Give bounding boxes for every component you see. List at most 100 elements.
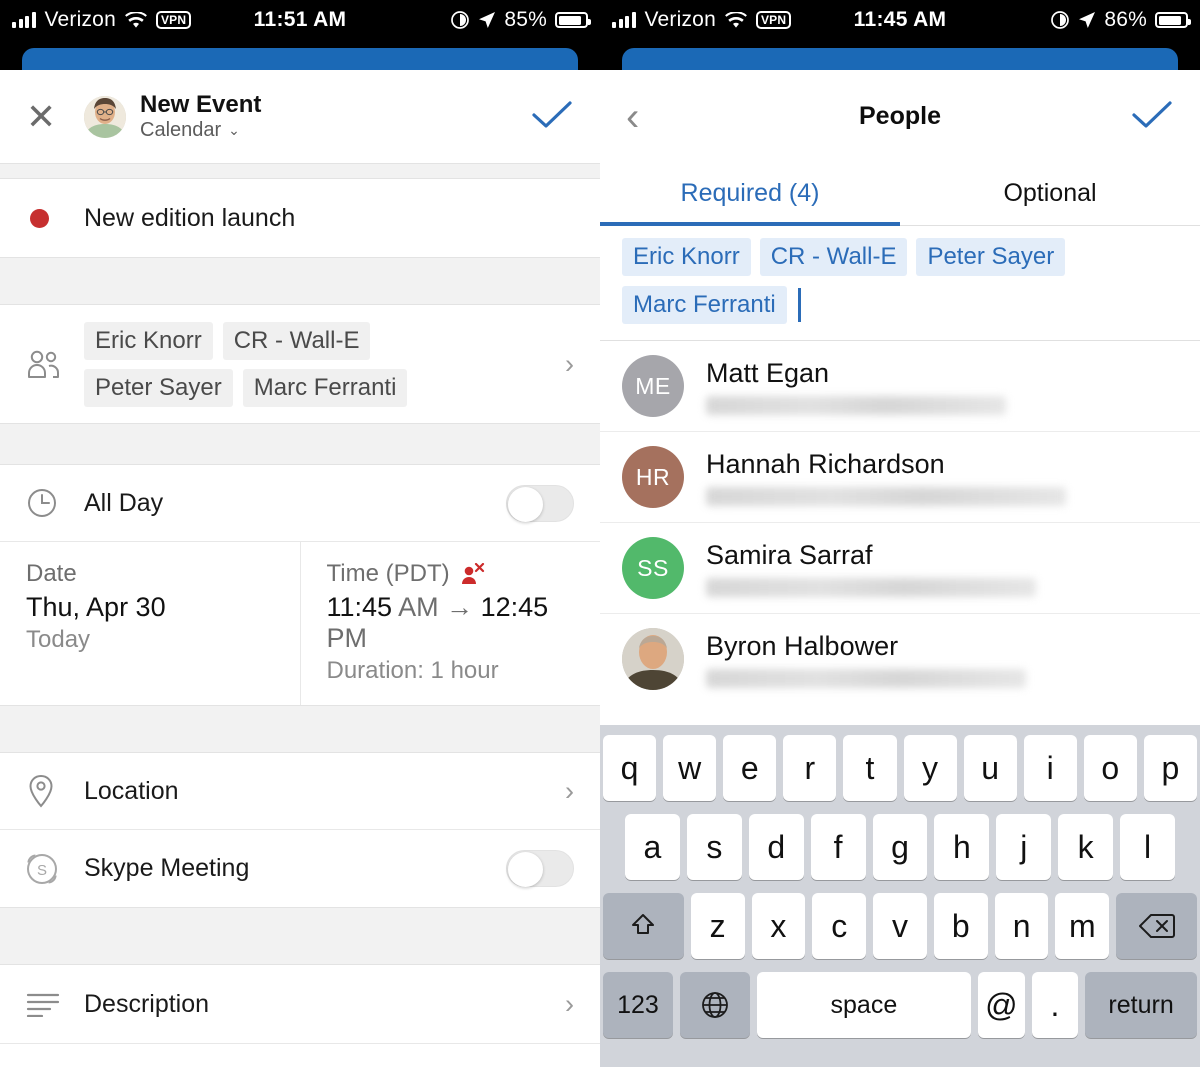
- calendar-selector[interactable]: Calendar ⌄: [140, 119, 261, 142]
- key-b[interactable]: b: [933, 893, 988, 959]
- key-k[interactable]: k: [1058, 814, 1114, 880]
- recipient-input[interactable]: Eric Knorr CR - Wall-E Peter Sayer Marc …: [600, 226, 1200, 341]
- chevron-right-icon: ›: [565, 775, 574, 806]
- location-row[interactable]: Location ›: [0, 753, 600, 829]
- key-c[interactable]: c: [812, 893, 867, 959]
- key-z[interactable]: z: [690, 893, 745, 959]
- backspace-icon: [1138, 914, 1175, 938]
- key-r[interactable]: r: [783, 735, 837, 801]
- time-start-ampm: AM: [398, 592, 439, 622]
- people-nav-bar: ‹ People: [600, 70, 1200, 163]
- key-h[interactable]: h: [934, 814, 990, 880]
- key-n[interactable]: n: [994, 893, 1049, 959]
- period-key[interactable]: .: [1031, 972, 1079, 1038]
- numbers-key[interactable]: 123: [603, 972, 673, 1038]
- page-title: New Event: [140, 91, 262, 119]
- avatar-initials: SS: [637, 554, 669, 581]
- people-icon: [26, 349, 84, 379]
- at-key[interactable]: @: [978, 972, 1025, 1038]
- skype-toggle[interactable]: [506, 850, 574, 887]
- attendee-chip[interactable]: CR - Wall-E: [222, 321, 371, 360]
- all-day-toggle[interactable]: [506, 484, 574, 522]
- avatar: SS: [622, 537, 684, 599]
- chevron-down-icon: ⌄: [228, 122, 240, 139]
- globe-key[interactable]: [679, 972, 750, 1038]
- keyboard-row-4: 123 space @ . return: [603, 972, 1197, 1038]
- all-day-row[interactable]: All Day: [0, 465, 600, 541]
- key-i[interactable]: i: [1023, 735, 1077, 801]
- key-f[interactable]: f: [810, 814, 866, 880]
- key-v[interactable]: v: [873, 893, 927, 959]
- skype-meeting-row[interactable]: S Skype Meeting: [0, 829, 600, 907]
- return-key[interactable]: return: [1085, 972, 1197, 1038]
- time-cell[interactable]: Time (PDT) 11:45 AM → 12:45 PM Duration:…: [299, 542, 601, 705]
- tab-required[interactable]: Required (4): [600, 163, 900, 226]
- attendee-chip[interactable]: Eric Knorr: [84, 321, 213, 360]
- time-header-group: Time (PDT): [327, 560, 575, 588]
- battery-icon: [555, 12, 591, 28]
- recipient-token[interactable]: Eric Knorr: [622, 238, 751, 276]
- key-w[interactable]: w: [663, 735, 717, 801]
- list-item[interactable]: HR Hannah Richardson: [600, 431, 1200, 522]
- key-a[interactable]: a: [625, 814, 680, 880]
- dual-screenshot: Verizon VPN 11:51 AM 85% ✕ New Event Cal…: [0, 0, 1200, 1067]
- person-info: Samira Sarraf: [706, 540, 1036, 597]
- description-row[interactable]: Description ›: [0, 965, 600, 1043]
- list-item[interactable]: Byron Halbower: [600, 613, 1200, 704]
- key-e[interactable]: e: [723, 735, 777, 801]
- carrier-label: Verizon: [644, 8, 716, 31]
- avatar-initials: HR: [635, 463, 671, 490]
- backspace-key[interactable]: [1116, 893, 1197, 959]
- duration-label: Duration: 1 hour: [326, 657, 499, 684]
- key-p[interactable]: p: [1143, 735, 1197, 801]
- time-end-ampm: PM: [326, 623, 368, 653]
- close-icon[interactable]: ✕: [26, 98, 66, 135]
- space-key[interactable]: space: [756, 972, 972, 1038]
- event-title-row[interactable]: New edition launch: [0, 179, 600, 257]
- battery-percent: 86%: [1104, 8, 1147, 31]
- key-q[interactable]: q: [603, 735, 657, 801]
- recipient-token[interactable]: Marc Ferranti: [622, 286, 787, 324]
- keyboard-row-3: z x c v b n m: [603, 893, 1197, 959]
- recipient-token[interactable]: Peter Sayer: [916, 238, 1066, 276]
- chevron-left-icon[interactable]: ‹: [626, 97, 666, 137]
- attendee-chip[interactable]: Marc Ferranti: [242, 368, 408, 407]
- status-bar-right: Verizon VPN 11:45 AM 86%: [600, 0, 1200, 40]
- attendee-chip[interactable]: Peter Sayer: [84, 368, 233, 407]
- person-email-redacted: [706, 668, 1026, 688]
- date-cell[interactable]: Date Thu, Apr 30 Today: [0, 542, 300, 705]
- shift-key[interactable]: [603, 893, 684, 959]
- avatar: [84, 95, 126, 138]
- nav-title-group: New Event Calendar ⌄: [140, 91, 261, 142]
- people-tabs: Required (4) Optional: [600, 163, 1200, 226]
- key-m[interactable]: m: [1055, 893, 1110, 959]
- key-t[interactable]: t: [843, 735, 897, 801]
- text-cursor: [797, 288, 801, 322]
- key-j[interactable]: j: [996, 814, 1052, 880]
- key-u[interactable]: u: [963, 735, 1017, 801]
- status-right-group: 86%: [1050, 8, 1200, 32]
- key-o[interactable]: o: [1083, 735, 1137, 801]
- person-conflict-icon: [460, 563, 486, 585]
- key-x[interactable]: x: [751, 893, 806, 959]
- key-g[interactable]: g: [872, 814, 928, 880]
- avatar: ME: [622, 355, 684, 417]
- battery-percent: 85%: [504, 8, 547, 31]
- key-d[interactable]: d: [748, 814, 804, 880]
- list-item[interactable]: SS Samira Sarraf: [600, 522, 1200, 613]
- new-event-screen: Verizon VPN 11:51 AM 85% ✕ New Event Cal…: [0, 0, 600, 1067]
- location-pin-icon: [26, 774, 84, 808]
- key-y[interactable]: y: [903, 735, 957, 801]
- spacer-1: [0, 163, 600, 179]
- attendees-row[interactable]: Eric Knorr CR - Wall-E Peter Sayer Marc …: [0, 305, 600, 423]
- list-item[interactable]: ME Matt Egan: [600, 341, 1200, 431]
- key-l[interactable]: l: [1120, 814, 1176, 880]
- tab-optional[interactable]: Optional: [900, 163, 1200, 225]
- avatar: HR: [622, 446, 684, 508]
- spacer-5: [0, 907, 600, 965]
- save-event-button[interactable]: [530, 97, 574, 137]
- confirm-people-button[interactable]: [1130, 97, 1174, 137]
- person-email-redacted: [706, 486, 1066, 506]
- recipient-token[interactable]: CR - Wall-E: [759, 238, 908, 276]
- key-s[interactable]: s: [686, 814, 742, 880]
